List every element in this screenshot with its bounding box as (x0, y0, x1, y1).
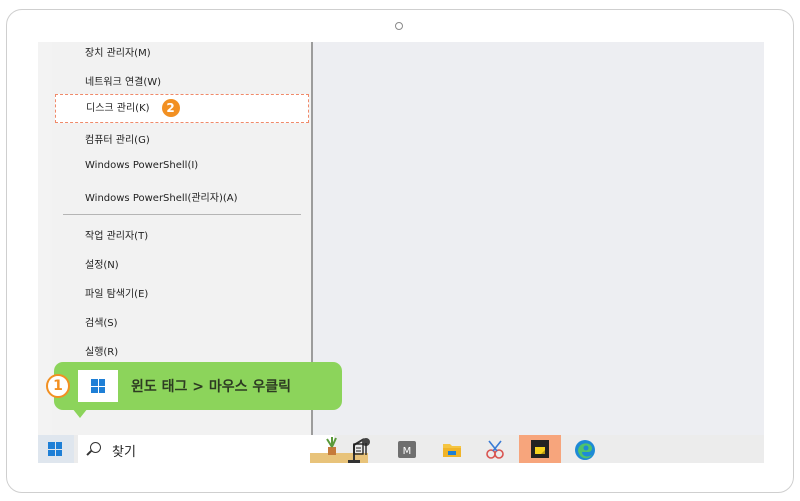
taskbar-search-box[interactable]: 찾기 (78, 435, 370, 463)
start-button[interactable] (38, 435, 74, 463)
search-placeholder: 찾기 (112, 445, 136, 460)
instruction-callout: 1 윈도 태그 > 마우스 우클릭 (46, 362, 342, 410)
screen: 장치 관리자(M) 네트워크 연결(W) 디스크 관리(K) 2 컴퓨터 관리(G… (38, 42, 764, 463)
search-icon (90, 442, 101, 453)
windows-start-icon (48, 442, 62, 456)
m-app-icon[interactable]: M (398, 441, 416, 458)
start-button-tile (78, 370, 118, 402)
sticky-notes-icon (531, 440, 549, 458)
menu-item-file-explorer[interactable]: 파일 탐색기(E) (85, 285, 148, 300)
sticky-notes-button[interactable] (519, 435, 561, 463)
callout-tail (72, 408, 88, 418)
menu-item-computer-management[interactable]: 컴퓨터 관리(G) (85, 131, 150, 146)
step-badge: 2 (161, 99, 180, 117)
menu-item-device-manager[interactable]: 장치 관리자(M) (85, 44, 151, 59)
snipping-tool-icon[interactable] (484, 439, 506, 461)
taskbar: 찾기 M (38, 435, 764, 463)
menu-item-label: 디스크 관리(K) (86, 103, 150, 114)
menu-item-powershell-admin[interactable]: Windows PowerShell(관리자)(A) (85, 189, 238, 204)
menu-item-search[interactable]: 검색(S) (85, 314, 118, 329)
callout-text: 윈도 태그 > 마우스 우클릭 (131, 379, 292, 395)
menu-divider (63, 214, 301, 215)
menu-item-disk-management[interactable]: 디스크 관리(K) 2 (55, 94, 309, 123)
camera-icon (395, 22, 403, 30)
step-badge: 1 (46, 374, 70, 398)
svg-text:M: M (403, 446, 412, 457)
menu-item-network-connections[interactable]: 네트워크 연결(W) (85, 73, 161, 88)
menu-item-task-manager[interactable]: 작업 관리자(T) (85, 227, 148, 242)
edge-icon[interactable] (574, 439, 596, 461)
menu-item-settings[interactable]: 설정(N) (85, 256, 119, 271)
menu-item-powershell[interactable]: Windows PowerShell(I) (85, 160, 198, 171)
task-view-icon[interactable] (353, 441, 369, 457)
file-explorer-icon[interactable] (442, 441, 462, 458)
menu-item-run[interactable]: 실행(R) (85, 343, 118, 358)
windows-start-icon (91, 379, 105, 393)
